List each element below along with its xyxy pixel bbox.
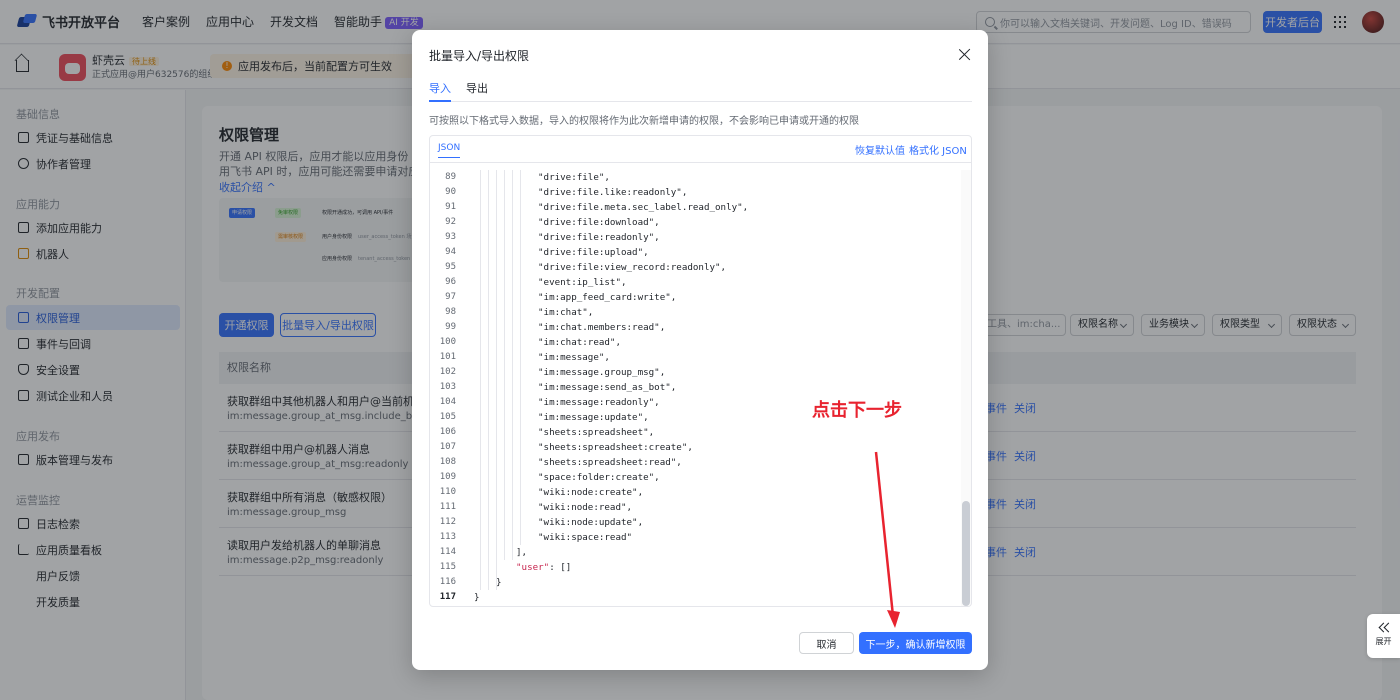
line-number: 107 xyxy=(439,442,456,452)
line-number: 96 xyxy=(445,277,456,287)
code-line: "im:message:readonly", xyxy=(538,397,660,408)
line-number: 113 xyxy=(439,532,456,542)
double-chevron-left-icon xyxy=(1377,622,1391,634)
annotation-arrow xyxy=(874,451,900,628)
dialog-title: 批量导入/导出权限 xyxy=(429,49,530,63)
code-line: "im:message:send_as_bot", xyxy=(538,382,677,393)
close-icon[interactable] xyxy=(958,48,971,61)
code-line: "im:chat.members:read", xyxy=(538,322,666,333)
tab-export[interactable]: 导出 xyxy=(466,80,488,102)
annotation-text: 点击下一步 xyxy=(812,400,902,421)
dialog-description: 可按照以下格式导入数据，导入的权限将作为此次新增申请的权限，不会影响已申请或开通… xyxy=(429,116,859,127)
code-line: "sheets:spreadsheet:create", xyxy=(538,442,693,453)
code-line: ], xyxy=(516,547,528,558)
code-line: "drive:file.meta.sec_label.read_only", xyxy=(538,202,749,213)
line-number: 106 xyxy=(439,427,456,437)
restore-default-link[interactable]: 恢复默认值 xyxy=(855,142,905,157)
code-line: "im:app_feed_card:write", xyxy=(538,292,677,303)
line-number: 115 xyxy=(439,562,456,572)
code-line: "drive:file:readonly", xyxy=(538,232,660,243)
line-number: 99 xyxy=(445,322,456,332)
expand-label: 展开 xyxy=(1375,637,1392,646)
code-line: "user": [] xyxy=(516,562,572,573)
indent-guide xyxy=(496,170,497,590)
cancel-button[interactable]: 取消 xyxy=(799,632,854,654)
line-number: 90 xyxy=(445,187,456,197)
code-line: "drive:file", xyxy=(538,172,610,183)
code-line: "drive:file:download", xyxy=(538,217,660,228)
dialog-tabs: 导入 导出 xyxy=(429,78,972,102)
indent-guide xyxy=(504,170,505,560)
code-line: "im:message.group_msg", xyxy=(538,367,666,378)
line-number: 117 xyxy=(439,592,456,602)
format-json-link[interactable]: 格式化 JSON xyxy=(909,142,967,157)
line-number: 100 xyxy=(439,337,456,347)
line-number: 91 xyxy=(445,202,456,212)
line-number: 112 xyxy=(439,517,456,527)
line-number: 97 xyxy=(445,292,456,302)
code-line: "wiki:node:read", xyxy=(538,502,633,513)
indent-guide xyxy=(488,170,489,590)
indent-guide xyxy=(480,170,481,590)
code-line: "drive:file:upload", xyxy=(538,247,649,258)
line-number: 102 xyxy=(439,367,456,377)
code-line: "im:message:update", xyxy=(538,412,649,423)
line-number: 94 xyxy=(445,247,456,257)
code-line: "im:chat", xyxy=(538,307,594,318)
code-line: "drive:file:view_record:readonly", xyxy=(538,262,727,273)
editor-header: JSON 恢复默认值 格式化 JSON xyxy=(430,136,971,163)
code-line: "wiki:node:update", xyxy=(538,517,644,528)
line-number: 109 xyxy=(439,472,456,482)
line-number: 93 xyxy=(445,232,456,242)
code-line: "im:message", xyxy=(538,352,610,363)
code-line: "drive:file.like:readonly", xyxy=(538,187,688,198)
line-number: 89 xyxy=(445,172,456,182)
line-number: 114 xyxy=(439,547,456,557)
line-number: 105 xyxy=(439,412,456,422)
code-line: "sheets:spreadsheet:read", xyxy=(538,457,682,468)
line-number: 103 xyxy=(439,382,456,392)
line-number: 116 xyxy=(439,577,456,587)
code-line: } xyxy=(474,592,480,603)
editor-tab-json[interactable]: JSON xyxy=(438,143,461,158)
expand-panel-button[interactable]: 展开 xyxy=(1367,614,1400,658)
line-number: 95 xyxy=(445,262,456,272)
code-line: "sheets:spreadsheet", xyxy=(538,427,655,438)
line-number: 111 xyxy=(439,502,456,512)
code-line: "event:ip_list", xyxy=(538,277,627,288)
indent-guide xyxy=(520,170,521,545)
code-line: "space:folder:create", xyxy=(538,472,660,483)
line-number: 108 xyxy=(439,457,456,467)
line-number: 101 xyxy=(439,352,456,362)
tab-import[interactable]: 导入 xyxy=(429,80,451,102)
line-number: 110 xyxy=(439,487,456,497)
code-line: "wiki:node:create", xyxy=(538,487,644,498)
line-number: 98 xyxy=(445,307,456,317)
line-number: 92 xyxy=(445,217,456,227)
next-confirm-button[interactable]: 下一步，确认新增权限 xyxy=(859,632,972,654)
editor-scrollbar-thumb[interactable] xyxy=(962,501,970,606)
code-line: "im:chat:read", xyxy=(538,337,621,348)
indent-guide xyxy=(512,170,513,560)
line-number: 104 xyxy=(439,397,456,407)
code-line: "wiki:space:read" xyxy=(538,532,633,543)
